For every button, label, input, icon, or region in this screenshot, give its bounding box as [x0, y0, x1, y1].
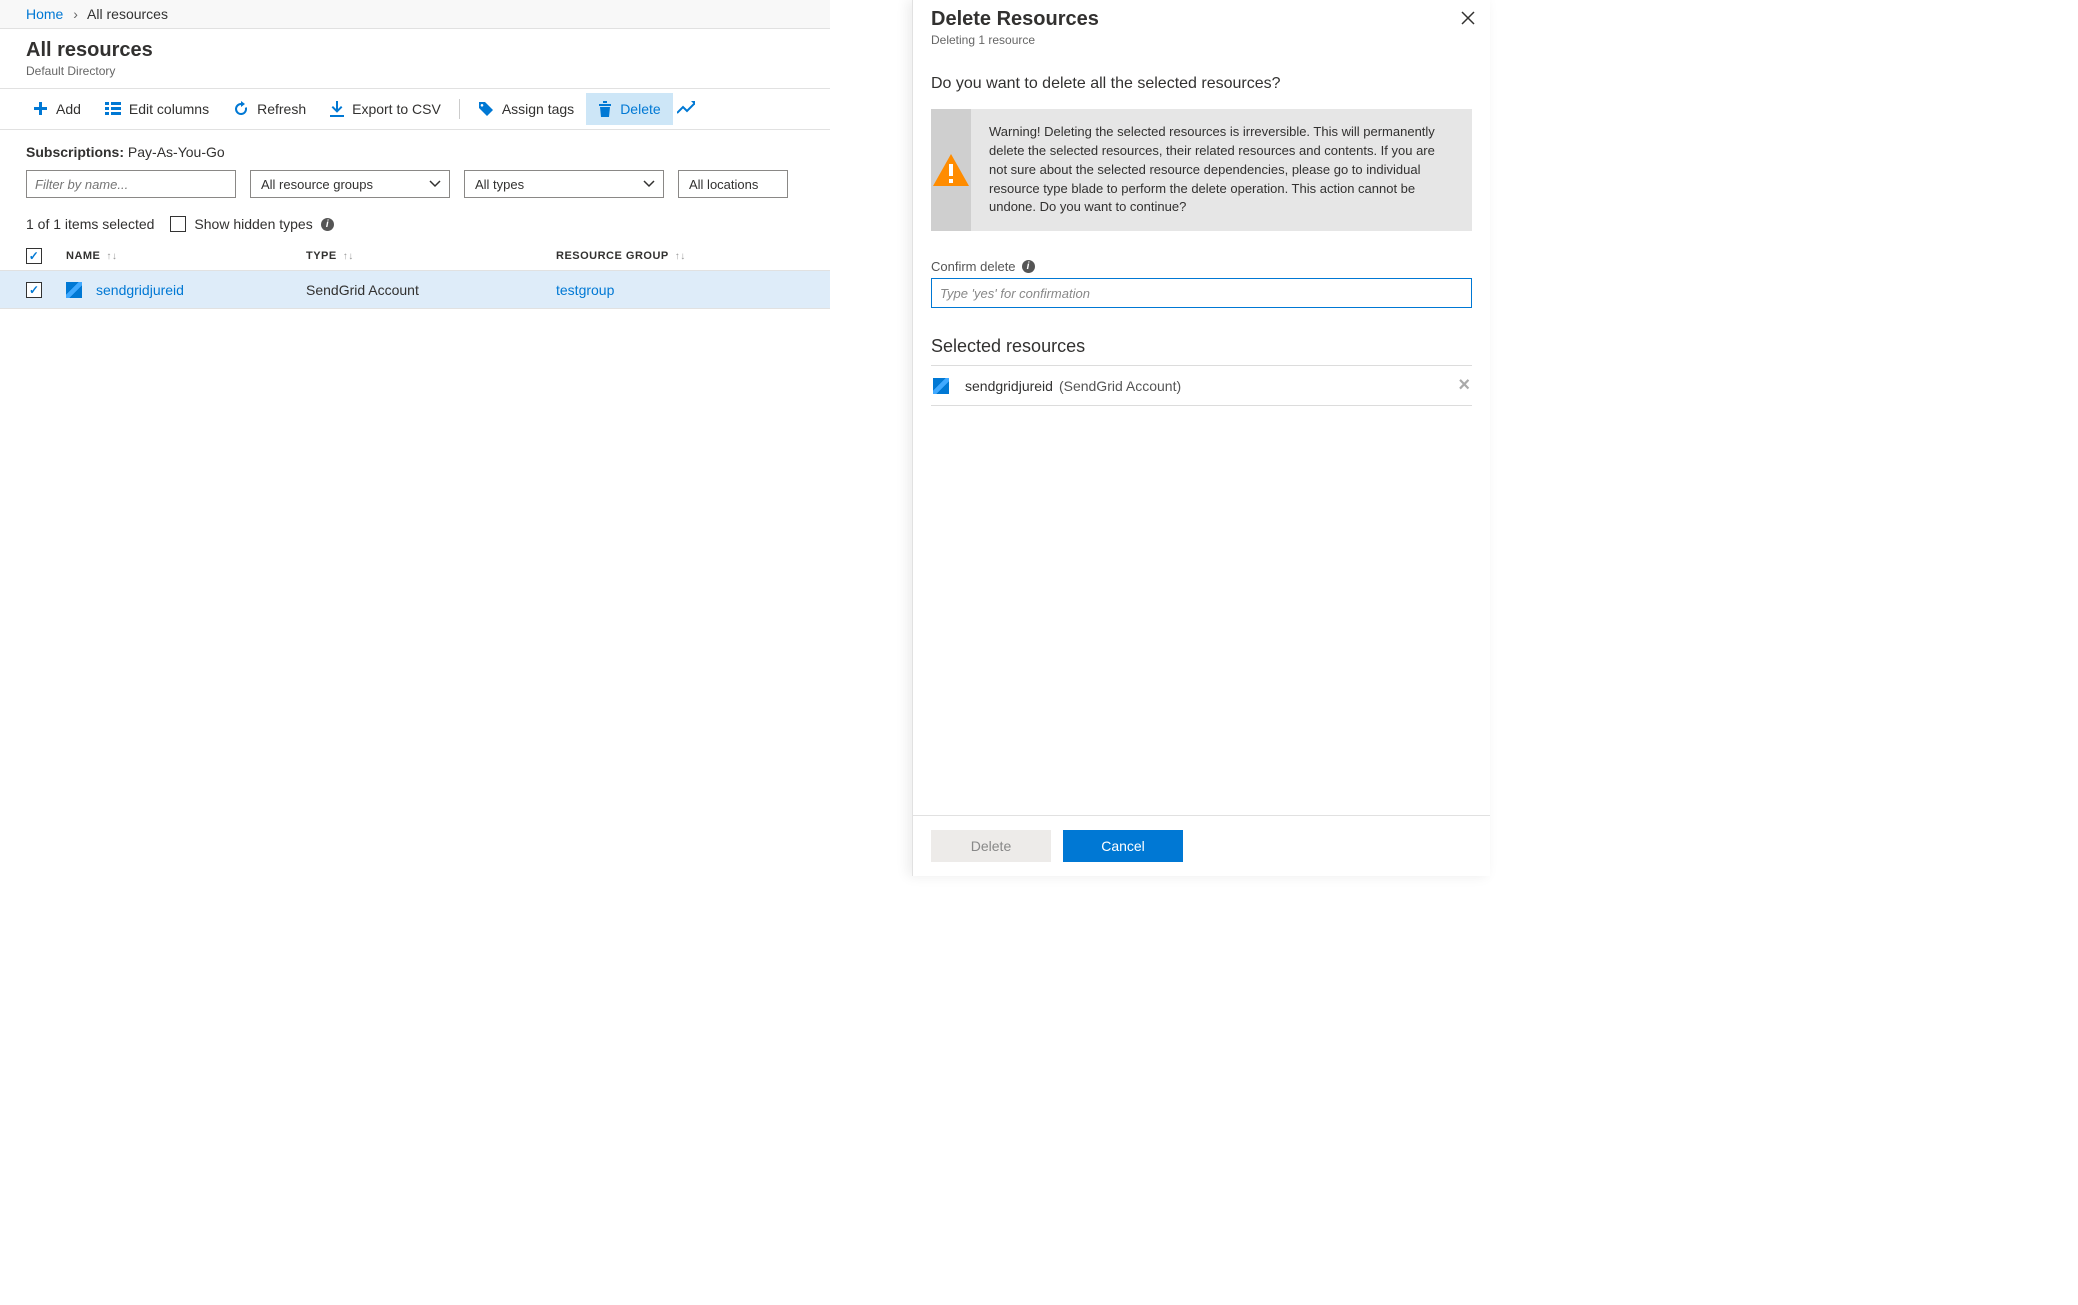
- selected-resources-title: Selected resources: [931, 336, 1472, 357]
- toolbar: Add Edit columns Refresh Export to CSV: [0, 89, 830, 130]
- refresh-button[interactable]: Refresh: [221, 93, 318, 125]
- confirm-delete-label: Confirm delete i: [931, 259, 1472, 274]
- list-status-row: 1 of 1 items selected Show hidden types …: [0, 206, 830, 242]
- col-header-name[interactable]: NAME ↑↓: [66, 250, 306, 262]
- breadcrumb-current: All resources: [87, 6, 168, 22]
- resource-icon: [933, 378, 949, 394]
- more-toolbar-button[interactable]: [673, 93, 707, 125]
- selected-resource-name: sendgridjureid: [965, 378, 1053, 394]
- filter-locations-dropdown[interactable]: All locations: [678, 170, 788, 198]
- delete-resources-panel: Delete Resources Deleting 1 resource Do …: [912, 0, 1490, 876]
- columns-icon: [105, 102, 121, 116]
- page-subtitle: Default Directory: [26, 64, 810, 78]
- page-title: All resources: [26, 39, 810, 62]
- panel-body: Do you want to delete all the selected r…: [913, 55, 1490, 815]
- breadcrumb-home[interactable]: Home: [26, 6, 63, 22]
- col-rg-label: RESOURCE GROUP: [556, 250, 669, 262]
- subscriptions-row: Subscriptions: Pay-As-You-Go: [0, 130, 830, 164]
- select-all-checkbox[interactable]: [26, 248, 42, 264]
- cancel-button[interactable]: Cancel: [1063, 830, 1183, 862]
- trash-icon: [598, 101, 612, 117]
- export-csv-label: Export to CSV: [352, 101, 441, 117]
- panel-title: Delete Resources: [931, 8, 1472, 31]
- show-hidden-label: Show hidden types: [194, 216, 312, 232]
- download-icon: [330, 101, 344, 117]
- filter-rg-value: All resource groups: [261, 177, 373, 192]
- panel-subtitle: Deleting 1 resource: [931, 33, 1472, 47]
- remove-selected-icon[interactable]: ×: [1458, 374, 1470, 397]
- close-icon[interactable]: [1460, 10, 1476, 26]
- filters-row: All resource groups All types All locati…: [0, 164, 830, 206]
- edit-columns-label: Edit columns: [129, 101, 209, 117]
- col-name-label: NAME: [66, 250, 100, 262]
- confirm-label-text: Confirm delete: [931, 259, 1016, 274]
- filter-types-dropdown[interactable]: All types: [464, 170, 664, 198]
- col-header-type[interactable]: TYPE ↑↓: [306, 250, 556, 262]
- delete-prompt: Do you want to delete all the selected r…: [931, 75, 1472, 93]
- warning-icon: [931, 109, 971, 231]
- selected-resource-type: (SendGrid Account): [1059, 378, 1181, 394]
- chevron-down-icon: [643, 180, 655, 188]
- resource-name-link[interactable]: sendgridjureid: [96, 282, 184, 298]
- grid-header: NAME ↑↓ TYPE ↑↓ RESOURCE GROUP ↑↓: [0, 242, 830, 271]
- edit-columns-button[interactable]: Edit columns: [93, 93, 221, 125]
- tag-icon: [478, 101, 494, 117]
- chevron-down-icon: [429, 180, 441, 188]
- page-header: All resources Default Directory: [0, 29, 830, 89]
- breadcrumb: Home › All resources: [0, 0, 830, 29]
- panel-footer: Delete Cancel: [913, 815, 1490, 876]
- sort-icon: ↑↓: [343, 251, 354, 262]
- filter-types-value: All types: [475, 177, 524, 192]
- panel-header: Delete Resources Deleting 1 resource: [913, 0, 1490, 55]
- col-header-resource-group[interactable]: RESOURCE GROUP ↑↓: [556, 250, 804, 262]
- toolbar-separator: [459, 99, 460, 119]
- confirm-delete-button[interactable]: Delete: [931, 830, 1051, 862]
- subscriptions-value: Pay-As-You-Go: [128, 144, 225, 160]
- row-checkbox[interactable]: [26, 282, 42, 298]
- filter-locations-value: All locations: [689, 177, 758, 192]
- sort-icon: ↑↓: [106, 251, 117, 262]
- main-content: Home › All resources All resources Defau…: [0, 0, 830, 876]
- add-button[interactable]: Add: [20, 93, 93, 125]
- breadcrumb-separator: ›: [73, 6, 78, 22]
- try-preview-icon: [677, 101, 695, 117]
- selected-resource-row: sendgridjureid (SendGrid Account) ×: [931, 365, 1472, 406]
- sort-icon: ↑↓: [675, 251, 686, 262]
- resource-icon: [66, 282, 82, 298]
- refresh-label: Refresh: [257, 101, 306, 117]
- subscriptions-label: Subscriptions:: [26, 144, 124, 160]
- delete-label: Delete: [620, 101, 660, 117]
- filter-name-input[interactable]: [26, 170, 236, 198]
- add-label: Add: [56, 101, 81, 117]
- refresh-icon: [233, 101, 249, 117]
- export-csv-button[interactable]: Export to CSV: [318, 93, 453, 125]
- assign-tags-button[interactable]: Assign tags: [466, 93, 586, 125]
- plus-icon: [32, 101, 48, 117]
- confirm-delete-input[interactable]: [931, 278, 1472, 308]
- show-hidden-checkbox[interactable]: [170, 216, 186, 232]
- info-icon[interactable]: i: [321, 218, 334, 231]
- warning-text: Warning! Deleting the selected resources…: [971, 109, 1472, 231]
- col-type-label: TYPE: [306, 250, 337, 262]
- info-icon[interactable]: i: [1022, 260, 1035, 273]
- filter-resource-groups-dropdown[interactable]: All resource groups: [250, 170, 450, 198]
- items-selected-text: 1 of 1 items selected: [26, 216, 154, 232]
- resource-type-cell: SendGrid Account: [306, 282, 556, 298]
- warning-box: Warning! Deleting the selected resources…: [931, 109, 1472, 231]
- resource-group-link[interactable]: testgroup: [556, 282, 614, 298]
- delete-button[interactable]: Delete: [586, 93, 672, 125]
- table-row[interactable]: sendgridjureid SendGrid Account testgrou…: [0, 271, 830, 309]
- assign-tags-label: Assign tags: [502, 101, 574, 117]
